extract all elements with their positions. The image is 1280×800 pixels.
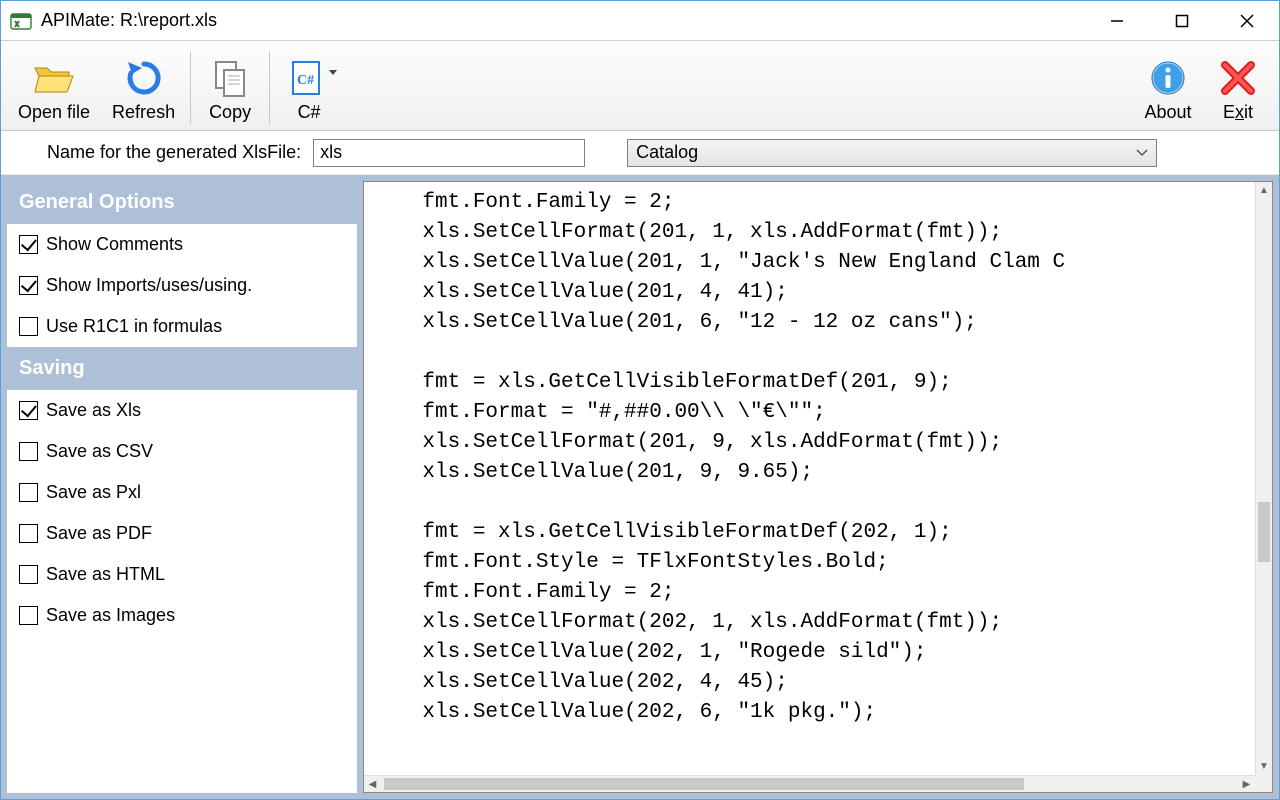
saving-option[interactable]: Save as Pxl (7, 472, 357, 513)
sidebar: General Options Show Comments Show Import… (7, 181, 357, 793)
scroll-down-arrow[interactable]: ▼ (1256, 758, 1272, 775)
toolbar-separator (269, 51, 270, 124)
checkbox[interactable] (19, 235, 38, 254)
option-label: Show Imports/uses/using. (46, 275, 252, 296)
window-title: APIMate: R:\report.xls (41, 10, 1084, 31)
open-file-button[interactable]: Open file (7, 45, 101, 130)
folder-open-icon (32, 54, 76, 102)
general-option[interactable]: Use R1C1 in formulas (7, 306, 357, 347)
name-label: Name for the generated XlsFile: (47, 142, 301, 163)
app-icon (9, 9, 33, 33)
chevron-down-icon (329, 70, 337, 75)
checkbox[interactable] (19, 524, 38, 543)
general-option[interactable]: Show Imports/uses/using. (7, 265, 357, 306)
checkbox[interactable] (19, 606, 38, 625)
toolbar-separator (190, 51, 191, 124)
code-panel: fmt.Font.Family = 2; xls.SetCellFormat(2… (363, 181, 1273, 793)
copy-icon (210, 54, 250, 102)
dropdown-value: Catalog (636, 142, 698, 163)
checkbox[interactable] (19, 317, 38, 336)
horizontal-scrollbar[interactable]: ◀ ▶ (364, 775, 1255, 792)
general-options-header: General Options (7, 181, 357, 224)
vertical-scroll-thumb[interactable] (1258, 502, 1270, 562)
vertical-scrollbar[interactable]: ▲ ▼ (1255, 182, 1272, 775)
refresh-label: Refresh (112, 102, 175, 123)
saving-option[interactable]: Save as HTML (7, 554, 357, 595)
horizontal-scroll-thumb[interactable] (384, 778, 1024, 790)
option-label: Save as CSV (46, 441, 153, 462)
exit-label: Exit (1223, 102, 1253, 123)
open-file-label: Open file (18, 102, 90, 123)
saving-option[interactable]: Save as Xls (7, 390, 357, 431)
option-label: Save as HTML (46, 564, 165, 585)
general-option[interactable]: Show Comments (7, 224, 357, 265)
refresh-button[interactable]: Refresh (101, 45, 186, 130)
xlsfile-name-input[interactable] (313, 139, 585, 167)
option-label: Save as Xls (46, 400, 141, 421)
saving-option[interactable]: Save as CSV (7, 431, 357, 472)
title-bar: APIMate: R:\report.xls (1, 1, 1279, 41)
language-button[interactable]: C# C# (274, 45, 344, 130)
option-label: Save as Pxl (46, 482, 141, 503)
about-label: About (1144, 102, 1191, 123)
checkbox[interactable] (19, 401, 38, 420)
saving-option[interactable]: Save as PDF (7, 513, 357, 554)
window-controls (1084, 1, 1279, 40)
copy-label: Copy (209, 102, 251, 123)
scroll-corner (1255, 775, 1272, 792)
checkbox[interactable] (19, 565, 38, 584)
minimize-button[interactable] (1084, 1, 1149, 40)
option-label: Save as Images (46, 605, 175, 626)
close-x-icon (1219, 54, 1257, 102)
scroll-left-arrow[interactable]: ◀ (364, 776, 381, 792)
option-label: Show Comments (46, 234, 183, 255)
scroll-up-arrow[interactable]: ▲ (1256, 182, 1272, 199)
language-label: C# (298, 102, 321, 123)
form-bar: Name for the generated XlsFile: Catalog (1, 131, 1279, 175)
checkbox[interactable] (19, 483, 38, 502)
svg-text:C#: C# (297, 73, 314, 88)
option-label: Use R1C1 in formulas (46, 316, 222, 337)
maximize-button[interactable] (1149, 1, 1214, 40)
info-icon (1149, 54, 1187, 102)
checkbox[interactable] (19, 276, 38, 295)
sheet-dropdown[interactable]: Catalog (627, 139, 1157, 167)
about-button[interactable]: About (1133, 45, 1203, 130)
saving-option[interactable]: Save as Images (7, 595, 357, 636)
copy-button[interactable]: Copy (195, 45, 265, 130)
exit-button[interactable]: Exit (1203, 45, 1273, 130)
main-area: General Options Show Comments Show Import… (1, 175, 1279, 799)
chevron-down-icon (1136, 146, 1148, 160)
close-button[interactable] (1214, 1, 1279, 40)
refresh-icon (124, 54, 164, 102)
checkbox[interactable] (19, 442, 38, 461)
code-text[interactable]: fmt.Font.Family = 2; xls.SetCellFormat(2… (364, 182, 1272, 792)
csharp-icon: C# (289, 54, 329, 102)
toolbar: Open file Refresh Copy C# (1, 41, 1279, 131)
option-label: Save as PDF (46, 523, 152, 544)
saving-header: Saving (7, 347, 357, 390)
scroll-right-arrow[interactable]: ▶ (1238, 776, 1255, 792)
